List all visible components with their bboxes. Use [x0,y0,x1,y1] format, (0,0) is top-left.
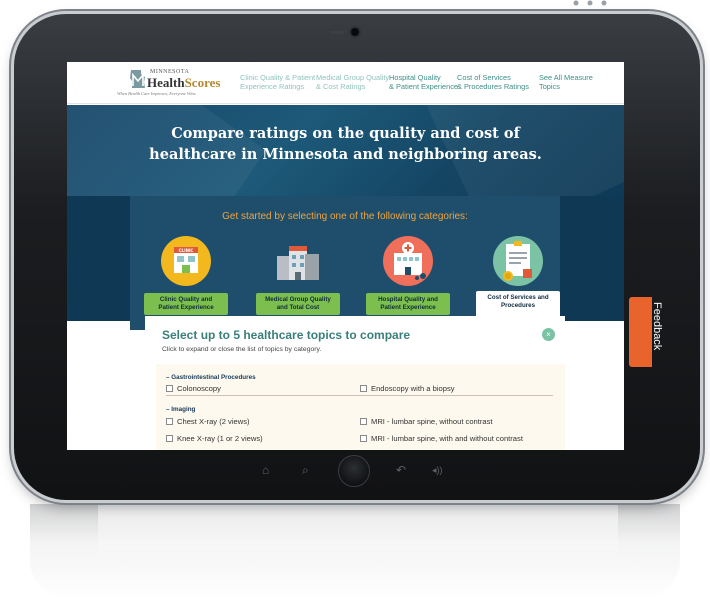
topic-label: Colonoscopy [177,384,221,393]
category-label: Clinic Quality and Patient Experience [144,293,228,315]
category-label: Medical Group Quality and Total Cost [256,293,340,315]
search-icon: ⌕ [302,463,309,477]
clinic-building-icon: CLINIC [161,236,211,286]
medical-group-buildings-icon [273,236,323,286]
category-label: Hospital Quality and Patient Experience [366,293,450,315]
home-icon: ⌂ [262,463,270,477]
top-edge-dots [573,0,607,6]
topic-checkbox-endoscopy[interactable]: Endoscopy with a biopsy [360,384,455,393]
category-prompt: Get started by selecting one of the foll… [222,211,468,222]
category-label: Cost of Services and Procedures [476,291,560,319]
speaker-grille [330,31,344,34]
front-camera [349,26,361,38]
topic-checkbox-chest-xray[interactable]: Chest X-ray (2 views) [166,417,250,426]
site-logo[interactable]: MINNESOTA HealthScores When Health Care … [117,66,237,100]
selector-subtitle: Click to expand or close the list of top… [162,346,322,353]
checkbox-icon [166,418,173,425]
home-button [338,455,370,487]
logo-name-health: Health [147,75,185,90]
hospital-icon [383,236,433,286]
nav-medical-group[interactable]: Medical Group Quality & Cost Ratings [316,73,389,91]
hero-title: Compare ratings on the quality and cost … [149,125,542,163]
topic-label: Endoscopy with a biopsy [371,384,455,393]
reflection-screen [98,504,618,564]
device-mockup: MINNESOTA HealthScores When Health Care … [0,0,710,600]
topic-checkbox-colonoscopy[interactable]: Colonoscopy [166,384,221,393]
nav-cost-of-services[interactable]: Cost of Services & Procedures Ratings [457,73,529,91]
category-clinic[interactable]: CLINIC Clinic Quality and Patient Experi… [144,236,228,320]
site-header: MINNESOTA HealthScores When Health Care … [67,62,624,104]
nav-hospital-quality[interactable]: Hospital Quality & Patient Experience [389,73,458,91]
hero-banner: Compare ratings on the quality and cost … [67,105,624,196]
clinic-sign-text: CLINIC [179,248,194,253]
volume-icon: ◂)) [432,465,443,475]
topic-checkbox-knee-xray[interactable]: Knee X-ray (1 or 2 views) [166,434,263,443]
group-imaging[interactable]: – Imaging [166,406,195,413]
logo-name: HealthScores [147,75,220,91]
checkbox-icon [166,385,173,392]
back-arrow-icon: ↶ [396,463,407,477]
checkbox-icon [166,435,173,442]
category-medical-group[interactable]: Medical Group Quality and Total Cost [256,236,340,320]
checkbox-icon [360,418,367,425]
topic-label: Chest X-ray (2 views) [177,417,250,426]
topic-label: MRI - lumbar spine, without contrast [371,417,493,426]
category-panel: Get started by selecting one of the foll… [130,196,560,330]
checkbox-icon [360,435,367,442]
topic-label: MRI - lumbar spine, with and without con… [371,434,523,443]
selector-title: Select up to 5 healthcare topics to comp… [162,328,411,342]
nav-all-measure-topics[interactable]: See All Measure Topics [539,73,593,91]
browser-screen: MINNESOTA HealthScores When Health Care … [67,62,624,450]
topic-selector: Select up to 5 healthcare topics to comp… [145,316,565,450]
feedback-label: Feedback [651,302,663,351]
logo-name-scores: Scores [184,75,221,90]
group-divider [166,395,553,396]
category-hospital[interactable]: Hospital Quality and Patient Experience [366,236,450,320]
feedback-tab[interactable]: Feedback [629,297,663,367]
topic-checkbox-mri-without-contrast[interactable]: MRI - lumbar spine, without contrast [360,417,493,426]
tablet-reflection [30,504,680,600]
minnesota-map-icon [130,70,145,88]
group-gastrointestinal[interactable]: – Gastrointestinal Procedures [166,374,256,381]
cost-document-icon [493,236,543,286]
logo-tagline: When Health Care Improves, Everyone Wins… [117,91,197,96]
close-icon[interactable]: × [542,328,555,341]
topic-checkbox-mri-with-contrast[interactable]: MRI - lumbar spine, with and without con… [360,434,523,443]
topic-label: Knee X-ray (1 or 2 views) [177,434,263,443]
nav-clinic-quality[interactable]: Clinic Quality & Patient Experience Rati… [240,73,315,91]
category-cost-of-services[interactable]: Cost of Services and Procedures [476,236,560,320]
topic-list: – Gastrointestinal Procedures Colonoscop… [156,364,565,450]
checkbox-icon [360,385,367,392]
